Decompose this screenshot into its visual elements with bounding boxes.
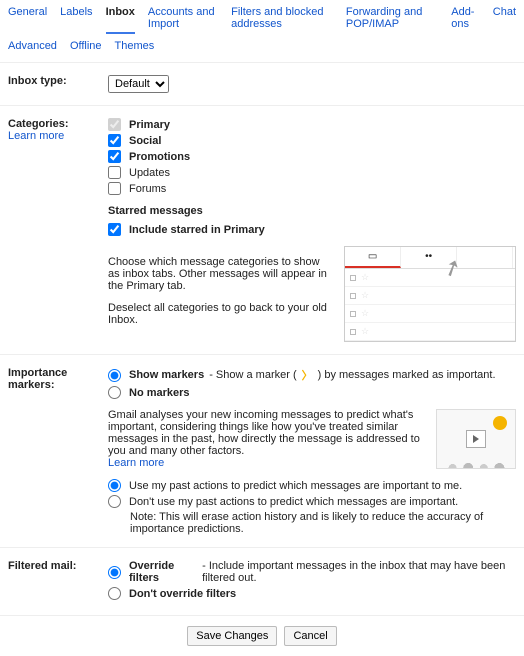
categories-section: Categories: Learn more Primary Social Pr… (0, 106, 524, 355)
cat-social-check[interactable] (108, 134, 121, 147)
square-icon (350, 311, 356, 317)
tab-forwarding[interactable]: Forwarding and POP/IMAP (346, 6, 438, 34)
square-icon (350, 329, 356, 335)
save-button[interactable]: Save Changes (187, 626, 277, 646)
tab-filters[interactable]: Filters and blocked addresses (231, 6, 333, 34)
square-icon (350, 275, 356, 281)
no-markers-radio[interactable] (108, 386, 121, 399)
cat-promotions-check[interactable] (108, 150, 121, 163)
top-tabs: General Labels Inbox Accounts and Import… (0, 0, 524, 34)
dont-use-past-label: Don't use my past actions to predict whi… (129, 496, 458, 508)
importance-analy: Gmail analyses your new incoming message… (108, 409, 426, 457)
cat-updates-label: Updates (129, 167, 170, 179)
tab-themes[interactable]: Themes (115, 40, 155, 52)
star-icon: ☆ (361, 326, 369, 337)
tab-inbox[interactable]: Inbox (106, 6, 135, 34)
importance-label: Importance markers: (8, 367, 108, 535)
dont-override-label: Don't override filters (129, 588, 236, 600)
tab-addons[interactable]: Add-ons (451, 6, 480, 34)
use-past-label: Use my past actions to predict which mes… (129, 480, 462, 492)
tab-labels[interactable]: Labels (60, 6, 92, 34)
starred-heading: Starred messages (108, 205, 516, 217)
preview-tab3 (457, 247, 513, 268)
importance-section: Importance markers: Show markers - Show … (0, 355, 524, 548)
star-icon: ☆ (361, 308, 369, 319)
include-star-label: Include starred in Primary (129, 224, 265, 236)
importance-image (436, 409, 516, 469)
show-markers-label: Show markers (129, 369, 204, 381)
filtered-label: Filtered mail: (8, 560, 108, 603)
dont-use-past-radio[interactable] (108, 495, 121, 508)
show-markers-desc2: ) by messages marked as important. (318, 369, 496, 381)
inbox-type-select[interactable]: Default (108, 75, 169, 93)
cat-primary-check[interactable] (108, 118, 121, 131)
cat-social-label: Social (129, 135, 161, 147)
importance-note: Note: This will erase action history and… (130, 511, 516, 535)
override-label: Override filters (129, 560, 197, 584)
preview-tab2: ••➚ (401, 247, 457, 268)
square-icon (350, 293, 356, 299)
cat-promotions-label: Promotions (129, 151, 190, 163)
inbox-icon: ▭ (368, 251, 377, 262)
preview-tab1: ▭ (345, 247, 401, 268)
cat-forums-check[interactable] (108, 182, 121, 195)
mail-pile-icon (437, 446, 515, 468)
no-markers-label: No markers (129, 387, 190, 399)
cancel-button[interactable]: Cancel (284, 626, 336, 646)
categories-learn-link[interactable]: Learn more (8, 130, 64, 142)
cat-updates-check[interactable] (108, 166, 121, 179)
override-desc: - Include important messages in the inbo… (202, 560, 516, 584)
categories-label: Categories: Learn more (8, 118, 108, 342)
tab-general[interactable]: General (8, 6, 47, 34)
inbox-type-section: Inbox type: Default (0, 63, 524, 106)
cat-forums-label: Forums (129, 183, 166, 195)
button-bar: Save Changes Cancel (0, 615, 524, 656)
tab-offline[interactable]: Offline (70, 40, 102, 52)
filtered-section: Filtered mail: Override filters - Includ… (0, 548, 524, 615)
cat-desc2: Deselect all categories to go back to yo… (108, 302, 334, 326)
use-past-radio[interactable] (108, 479, 121, 492)
people-icon: •• (425, 251, 432, 262)
star-icon: ☆ (361, 272, 369, 283)
person-icon (493, 416, 507, 430)
importance-learn-link[interactable]: Learn more (108, 457, 164, 469)
dont-override-radio[interactable] (108, 587, 121, 600)
inbox-type-label: Inbox type: (8, 75, 108, 93)
star-icon: ☆ (361, 290, 369, 301)
marker-icon: 〉 (302, 367, 313, 383)
tab-advanced[interactable]: Advanced (8, 40, 57, 52)
override-radio[interactable] (108, 566, 121, 579)
cat-desc1: Choose which message categories to show … (108, 256, 334, 292)
sub-tabs: Advanced Offline Themes (0, 34, 524, 63)
cat-primary-label: Primary (129, 119, 170, 131)
tab-chat[interactable]: Chat (493, 6, 516, 34)
show-markers-radio[interactable] (108, 369, 121, 382)
show-markers-desc: - Show a marker ( (209, 369, 296, 381)
tab-accounts[interactable]: Accounts and Import (148, 6, 218, 34)
inbox-preview: ▭ ••➚ ☆ ☆ ☆ ☆ (344, 246, 516, 342)
include-star-check[interactable] (108, 223, 121, 236)
